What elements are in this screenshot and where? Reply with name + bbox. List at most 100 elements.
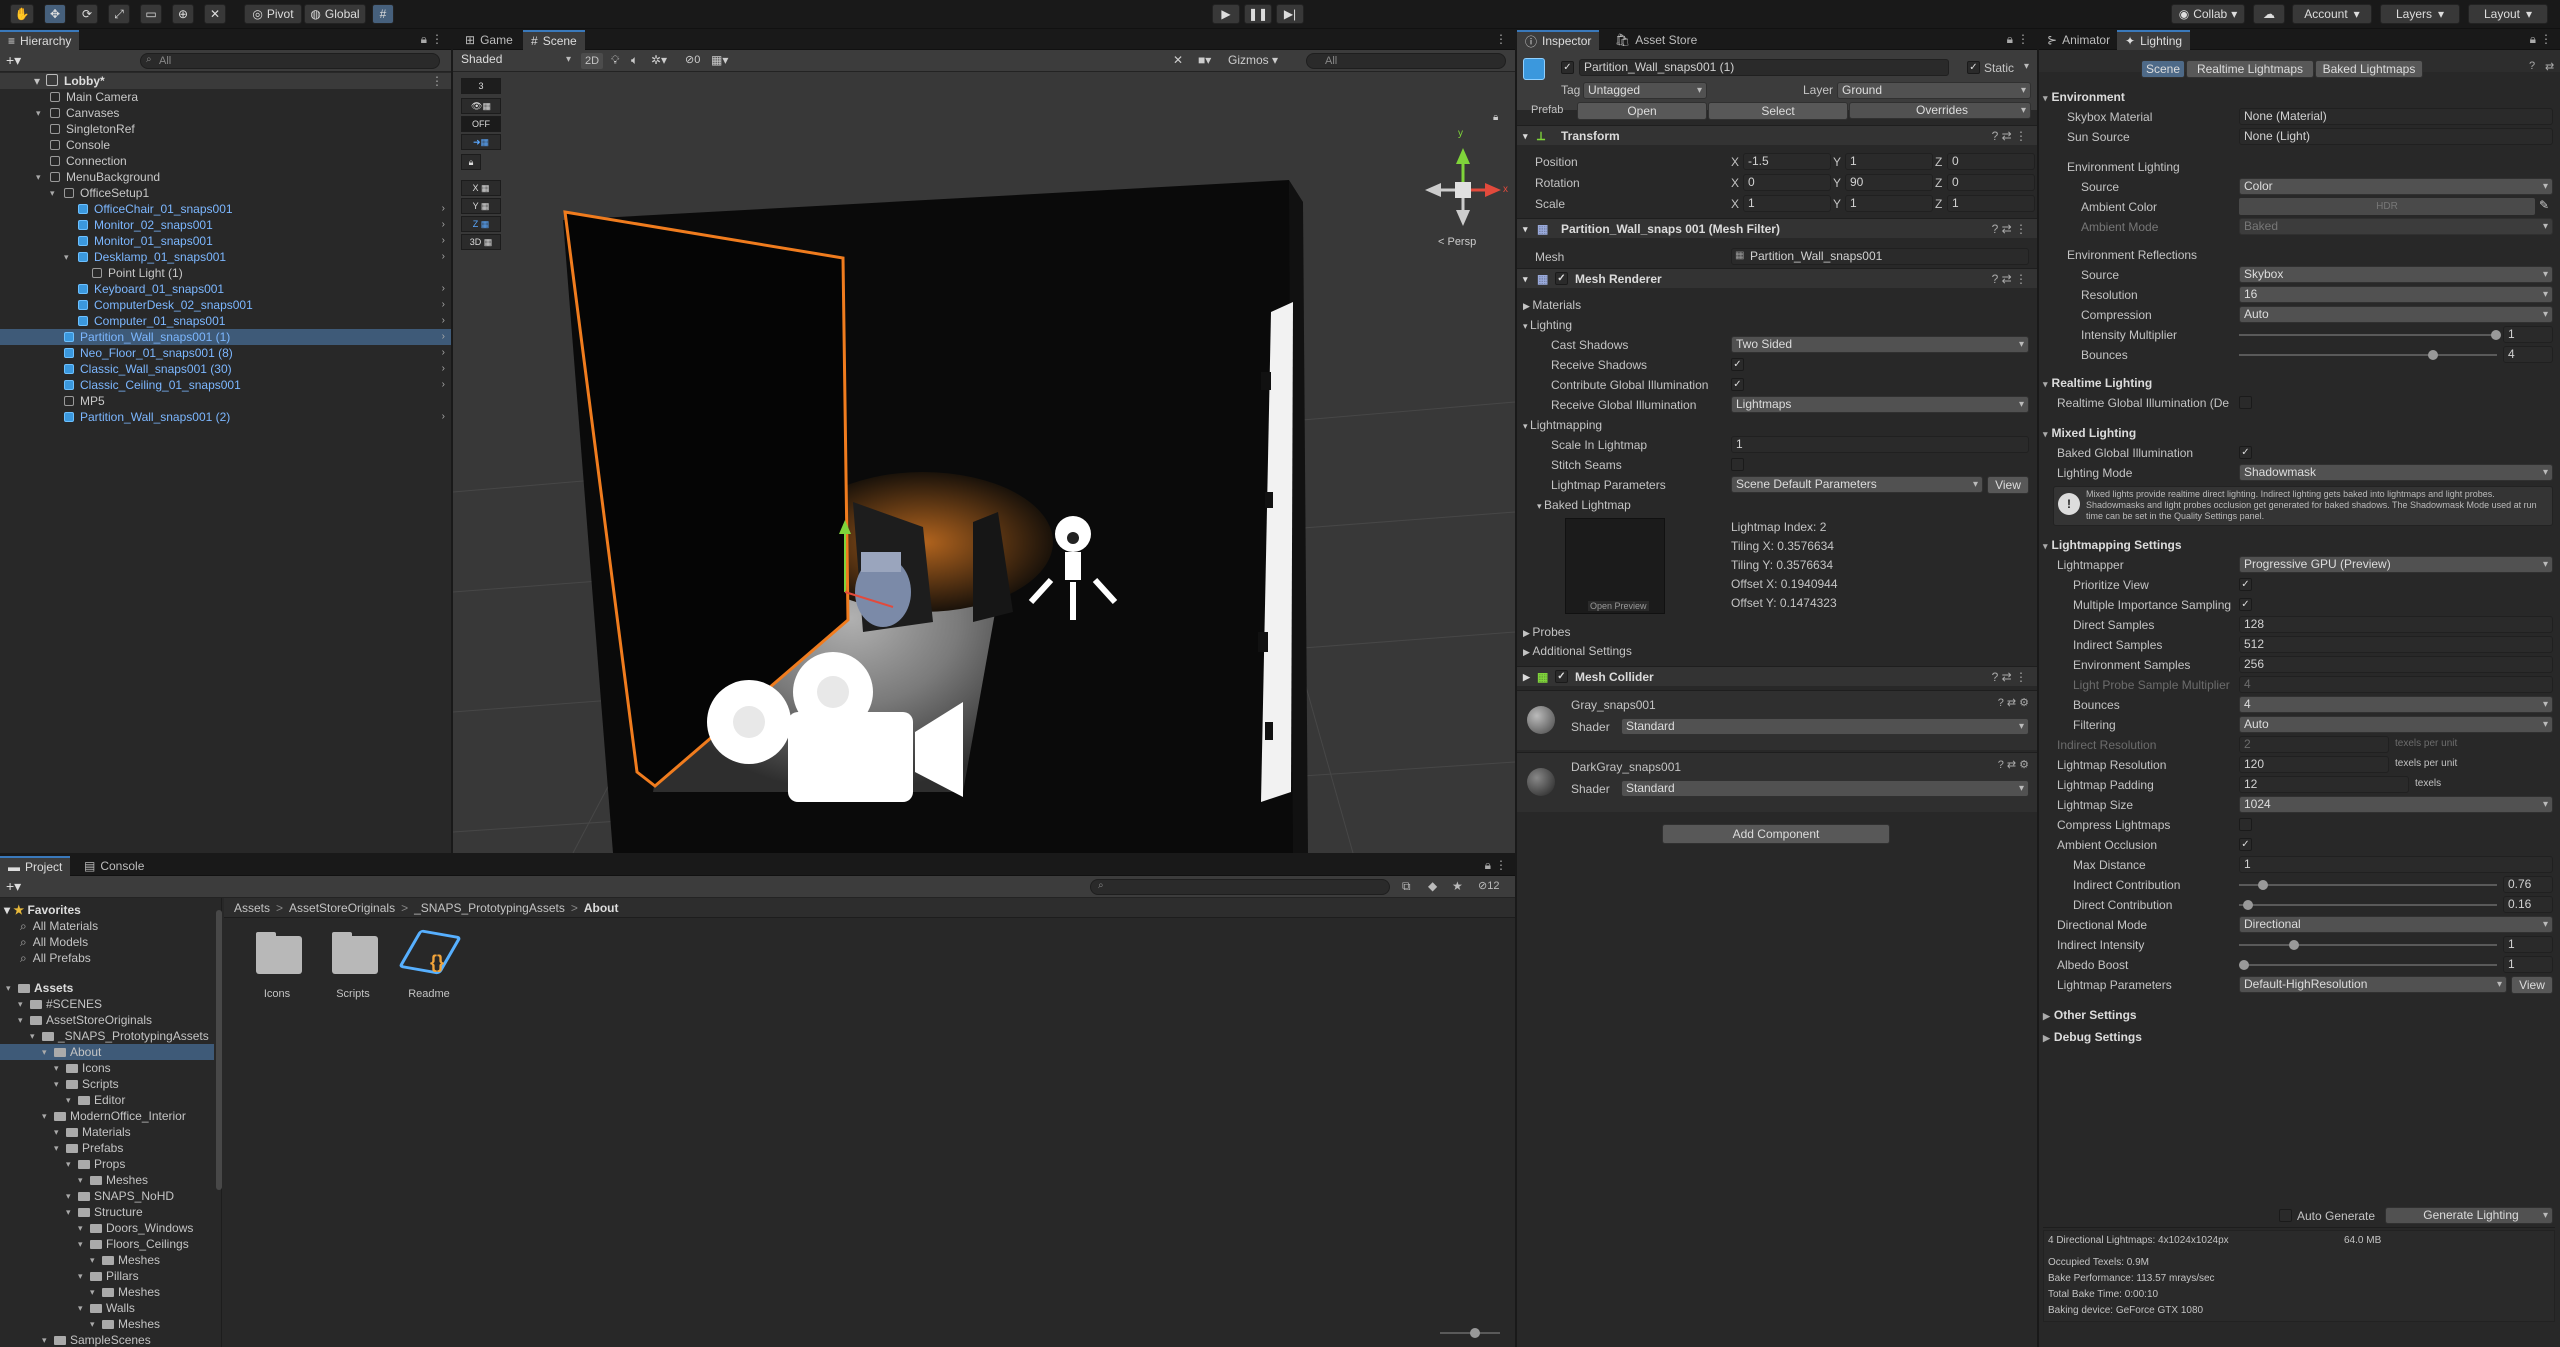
prefab-overrides-dropdown[interactable]: Overrides: [1849, 102, 2031, 119]
chevron-right-icon[interactable]: ›: [442, 249, 445, 265]
transform-z-field[interactable]: 1: [1947, 195, 2035, 212]
lock-icon[interactable]: 🔒︎: [2007, 32, 2013, 47]
menu-icon[interactable]: ⋮: [431, 32, 443, 46]
hierarchy-row[interactable]: ComputerDesk_02_snaps001 ›: [0, 297, 451, 313]
lm-params-view-button[interactable]: View: [2511, 976, 2553, 994]
expand-arrow-icon[interactable]: ▾: [90, 1252, 95, 1268]
menu-icon[interactable]: ⋮: [1495, 32, 1507, 46]
scale-tool-icon[interactable]: ⤢: [108, 4, 130, 24]
chevron-right-icon[interactable]: ›: [442, 233, 445, 249]
help-icon[interactable]: ?: [2529, 60, 2535, 72]
expand-arrow-icon[interactable]: ▾: [78, 1236, 83, 1252]
grid-toggle-icon[interactable]: ▦▾: [711, 53, 728, 67]
auto-generate-checkbox[interactable]: [2279, 1209, 2292, 1222]
lm-direct-samples-field[interactable]: 128: [2239, 616, 2553, 633]
object-name-field[interactable]: Partition_Wall_snaps001 (1): [1579, 59, 1949, 76]
expand-arrow-icon[interactable]: ▾: [78, 1220, 83, 1236]
off-toggle[interactable]: OFF: [461, 116, 501, 132]
3d-toggle[interactable]: 3D ▦: [461, 234, 501, 250]
scale-in-lightmap-field[interactable]: 1: [1731, 436, 2029, 453]
tab-project[interactable]: ▬ Project: [0, 856, 71, 876]
audio-toggle-icon[interactable]: 🔈︎: [631, 53, 638, 68]
favorite-item[interactable]: ⌕ All Models: [20, 934, 88, 950]
expand-arrow-icon[interactable]: ▾: [36, 105, 41, 121]
chevron-right-icon[interactable]: ›: [442, 345, 445, 361]
environment-section[interactable]: ▾ Environment: [2043, 90, 2125, 104]
folder-tree-item[interactable]: ▾ ModernOffice_Interior: [0, 1108, 214, 1124]
favorite-star-icon[interactable]: ★: [1452, 879, 1463, 893]
lm-probe-mult-field[interactable]: 4: [2239, 676, 2553, 693]
rect-tool-icon[interactable]: ▭: [140, 4, 162, 24]
lock-icon[interactable]: 🔒︎: [421, 32, 427, 47]
add-component-button[interactable]: Add Component: [1662, 824, 1890, 844]
transform-header[interactable]: ▾ ⟂ Transform ? ⇄ ⋮: [1517, 125, 2037, 145]
expand-arrow-icon[interactable]: ▾: [64, 249, 69, 265]
hierarchy-row[interactable]: ▾ OfficeSetup1: [0, 185, 451, 201]
transform-x-field[interactable]: -1.5: [1743, 153, 1831, 170]
chevron-down-icon[interactable]: ▾: [2024, 61, 2029, 72]
tab-console[interactable]: ▤ Console: [76, 856, 152, 876]
folder-tree-item[interactable]: ▾ Props: [0, 1156, 214, 1172]
mesh-collider-header[interactable]: ▶ ▦ ✓ Mesh Collider ? ⇄ ⋮: [1517, 666, 2037, 686]
probes-foldout[interactable]: ▶ Probes: [1523, 625, 1570, 639]
scene-menu-icon[interactable]: ⋮: [431, 73, 443, 89]
baked-gi-checkbox[interactable]: ✓: [2239, 446, 2252, 459]
scene-viewport[interactable]: y x < Persp 🔒︎ 3 👁︎▦ OFF ➜▦ 🔒︎ X ▦ Y ▦ Z…: [453, 72, 1515, 853]
cloud-icon[interactable]: ☁: [2253, 4, 2285, 24]
open-preview-button[interactable]: Open Preview: [1588, 601, 1649, 611]
folder-tree-item[interactable]: ▾ Scripts: [0, 1076, 214, 1092]
tab-lighting[interactable]: ✦ Lighting: [2117, 30, 2191, 50]
hierarchy-row[interactable]: Classic_Ceiling_01_snaps001 ›: [0, 377, 451, 393]
asset-item[interactable]: Icons: [244, 928, 310, 1012]
eyedropper-icon[interactable]: ✎: [2539, 198, 2549, 212]
account-dropdown[interactable]: Account ▾: [2292, 4, 2372, 24]
tag-dropdown[interactable]: Untagged: [1583, 82, 1707, 99]
folder-tree-item[interactable]: ▾ _SNAPS_PrototypingAssets: [0, 1028, 214, 1044]
skybox-field[interactable]: None (Material): [2239, 108, 2553, 125]
camera-settings-icon[interactable]: ■▾: [1198, 53, 1211, 67]
lm-albedo-slider[interactable]: [2239, 960, 2497, 970]
receive-shadows-checkbox[interactable]: ✓: [1731, 358, 1744, 371]
favorites-header[interactable]: ▾ ★ Favorites: [4, 902, 81, 918]
axis-z-toggle[interactable]: Z ▦: [461, 216, 501, 232]
layers-dropdown[interactable]: Layers ▾: [2380, 4, 2460, 24]
hierarchy-row[interactable]: Point Light (1): [0, 265, 451, 281]
expand-arrow-icon[interactable]: ▾: [54, 1140, 59, 1156]
chevron-right-icon[interactable]: ›: [442, 281, 445, 297]
hierarchy-row[interactable]: SingletonRef: [0, 121, 451, 137]
component-menu-icons[interactable]: ? ⇄ ⋮: [1992, 269, 2027, 289]
baked-lightmap-foldout[interactable]: ▾ Baked Lightmap: [1537, 498, 1631, 512]
contribute-gi-checkbox[interactable]: ✓: [1731, 378, 1744, 391]
zoom-slider[interactable]: [1440, 1328, 1500, 1338]
scene-search-input[interactable]: All: [1306, 53, 1506, 69]
transform-x-field[interactable]: 0: [1743, 174, 1831, 191]
materials-foldout[interactable]: ▶ Materials: [1523, 298, 1581, 312]
folder-tree-item[interactable]: ▾ Walls: [0, 1300, 214, 1316]
chevron-right-icon[interactable]: ›: [442, 201, 445, 217]
folder-tree-item[interactable]: ▾ About: [0, 1044, 214, 1060]
hierarchy-row[interactable]: Neo_Floor_01_snaps001 (8) ›: [0, 345, 451, 361]
lock-icon[interactable]: 🔒︎: [1485, 858, 1491, 873]
settings-icon[interactable]: ⇄: [2545, 60, 2554, 73]
ambient-source-dropdown[interactable]: Color: [2239, 178, 2553, 195]
project-search-input[interactable]: [1090, 879, 1390, 895]
lm-dir-contrib-slider[interactable]: [2239, 900, 2497, 910]
lm-ind-contrib-slider-knob[interactable]: [2258, 880, 2269, 890]
lm-indirect-res-field[interactable]: 2: [2239, 736, 2389, 753]
filter-label-icon[interactable]: ◆: [1428, 879, 1437, 893]
scene-render[interactable]: [453, 72, 1515, 853]
hierarchy-row[interactable]: Keyboard_01_snaps001 ›: [0, 281, 451, 297]
expand-arrow-icon[interactable]: ▾: [90, 1316, 95, 1332]
step-button[interactable]: ▶|: [1276, 4, 1304, 24]
lock-icon[interactable]: 🔒︎: [2530, 32, 2536, 47]
lm-env-samples-field[interactable]: 256: [2239, 656, 2553, 673]
mixed-lighting-section[interactable]: ▾ Mixed Lighting: [2043, 426, 2136, 440]
folder-tree-item[interactable]: ▾ Pillars: [0, 1268, 214, 1284]
lm-ind-contrib-value-field[interactable]: 0.76: [2503, 876, 2553, 893]
expand-arrow-icon[interactable]: ▾: [42, 1044, 47, 1060]
lm-prioritize-checkbox[interactable]: ✓: [2239, 578, 2252, 591]
hierarchy-row[interactable]: Main Camera: [0, 89, 451, 105]
reflection-bounces-slider[interactable]: [2239, 350, 2497, 360]
chevron-right-icon[interactable]: ›: [442, 409, 445, 425]
breadcrumb-item[interactable]: AssetStoreOriginals: [289, 901, 395, 915]
